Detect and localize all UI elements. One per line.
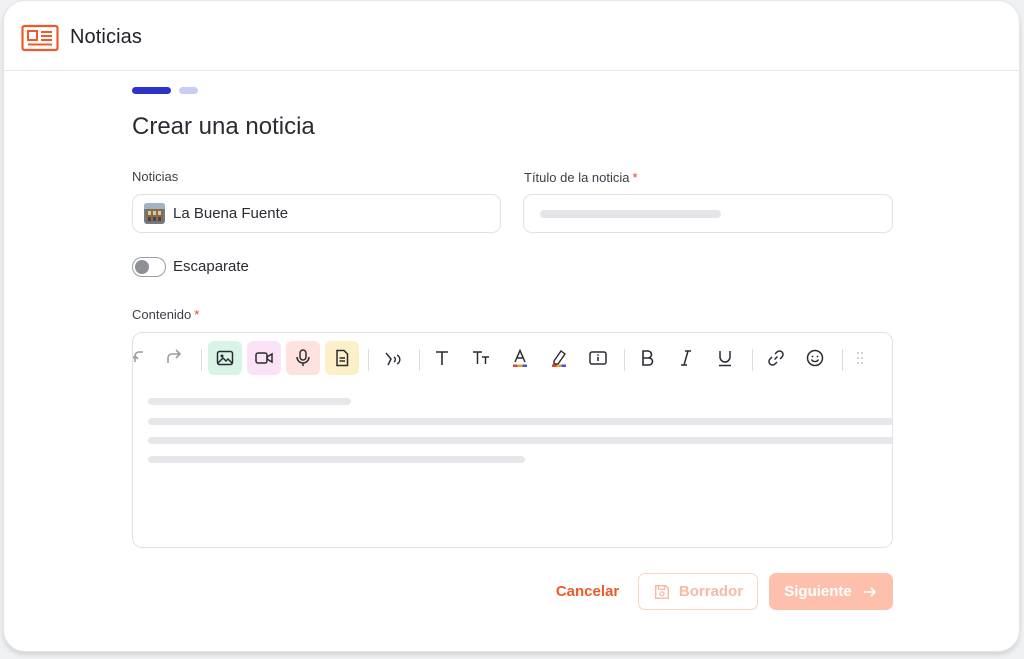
text-icon[interactable] [425,341,459,375]
save-icon [654,584,669,599]
showcase-label: Escaparate [173,258,249,275]
next-button[interactable]: Siguiente [769,573,893,610]
showcase-toggle[interactable] [132,257,166,277]
content-skeleton-line [148,418,892,425]
editor-toolbar [133,341,892,379]
toolbar-divider [201,349,202,371]
required-mark: * [632,170,638,185]
image-icon[interactable] [208,341,242,375]
toolbar-divider [752,349,753,371]
news-select-value: La Buena Fuente [173,205,289,222]
underline-icon[interactable] [708,341,742,375]
toggle-knob [135,260,149,274]
news-source-thumbnail [144,203,165,224]
bold-icon[interactable] [630,341,664,375]
app-title: Noticias [70,26,142,48]
newspaper-icon [21,24,59,52]
step-2-inactive [179,87,198,94]
page-title: Crear una noticia [132,113,315,140]
news-select[interactable]: La Buena Fuente [132,194,501,233]
arrow-right-icon [863,586,876,597]
microphone-icon[interactable] [286,341,320,375]
highlight-icon[interactable] [542,341,576,375]
required-mark: * [194,307,200,322]
voice-icon[interactable] [376,341,410,375]
title-input[interactable] [523,194,893,233]
emoji-icon[interactable] [798,341,832,375]
list-icon[interactable] [847,341,881,375]
redo-icon[interactable] [157,341,191,375]
draft-button-label: Borrador [678,583,744,600]
cancel-button[interactable]: Cancelar [556,573,619,610]
video-icon[interactable] [247,341,281,375]
content-skeleton-line [148,398,351,405]
toolbar-divider [419,349,420,371]
text-size-icon[interactable] [464,341,498,375]
info-box-icon[interactable] [581,341,615,375]
next-button-label: Siguiente [784,583,852,600]
news-label: Noticias [132,169,179,184]
app-window: Noticias Crear una noticia Noticias La B… [3,0,1020,652]
content-skeleton-line [148,456,525,463]
undo-icon[interactable] [133,341,157,375]
toolbar-divider [842,349,843,371]
font-color-icon[interactable] [503,341,537,375]
document-icon[interactable] [325,341,359,375]
draft-button[interactable]: Borrador [638,573,758,610]
step-1-active [132,87,171,94]
title-placeholder-skeleton [540,210,721,218]
title-label: Título de la noticia * [524,170,638,185]
content-editor[interactable] [132,332,893,548]
link-icon[interactable] [759,341,793,375]
toolbar-divider [624,349,625,371]
toolbar-divider [368,349,369,371]
content-label: Contenido * [132,307,200,322]
italic-icon[interactable] [669,341,703,375]
content-skeleton-line [148,437,892,444]
app-header: Noticias [4,1,1019,71]
